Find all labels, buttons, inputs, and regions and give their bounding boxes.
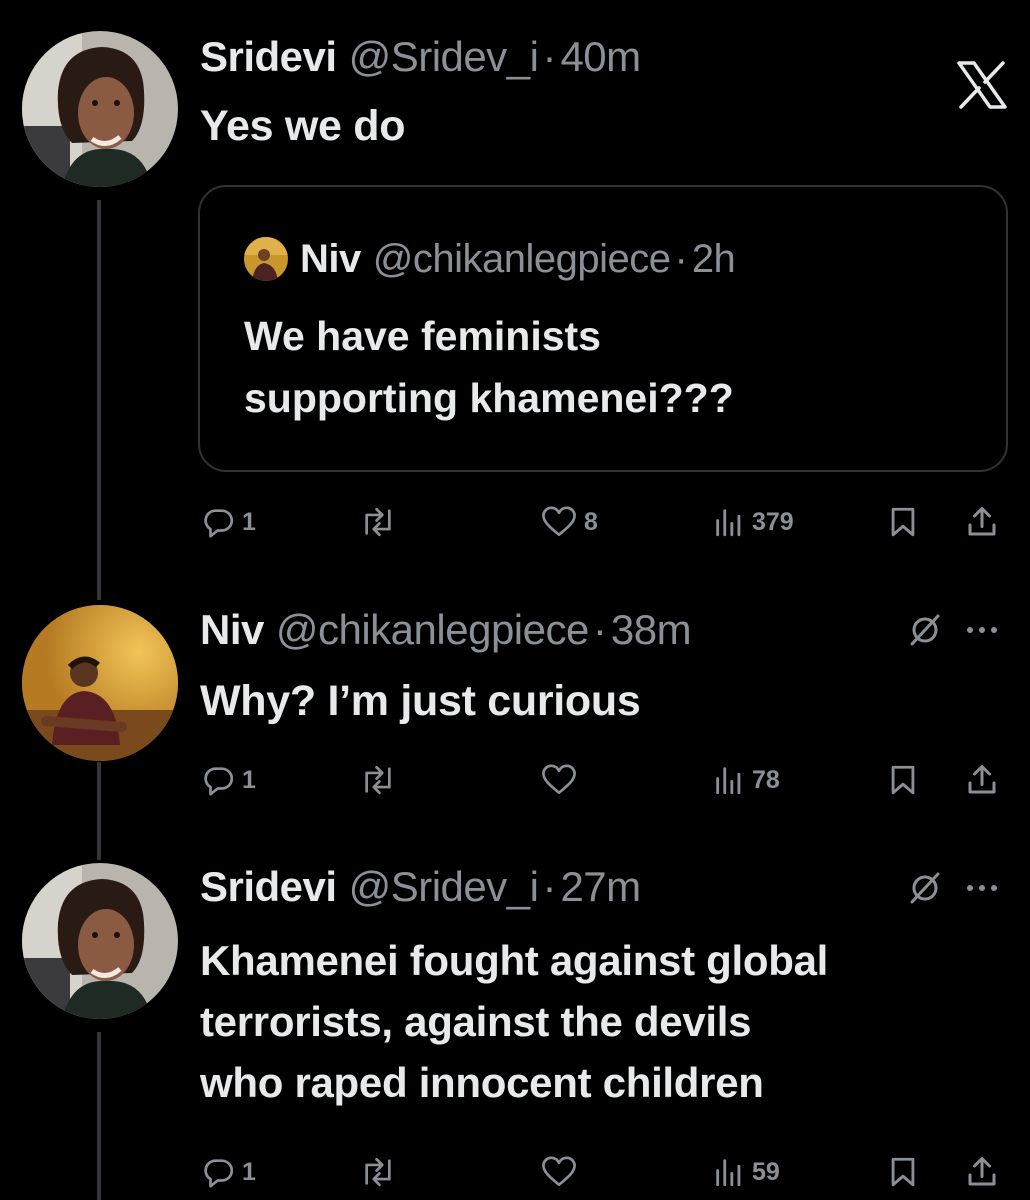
- repost-button[interactable]: [358, 500, 404, 544]
- grok-icon[interactable]: [905, 610, 945, 650]
- views-count: 59: [752, 1157, 780, 1186]
- heart-icon: [542, 764, 576, 795]
- like-count: 8: [584, 507, 598, 536]
- separator: ·: [542, 863, 557, 910]
- reply-count: 1: [242, 1157, 256, 1186]
- tweet-text: Yes we do: [200, 102, 406, 150]
- thread-line: [97, 1032, 101, 1200]
- bookmark-icon: [891, 507, 915, 537]
- bookmark-button[interactable]: [886, 1150, 920, 1194]
- reply-count: 1: [242, 507, 256, 536]
- bookmark-icon: [891, 765, 915, 795]
- quote-text-line: supporting khamenei???: [244, 375, 734, 421]
- quote-timestamp[interactable]: 2h: [692, 237, 736, 282]
- author-handle[interactable]: @Sridev_i: [349, 857, 539, 917]
- like-button[interactable]: [540, 758, 584, 802]
- views-icon: [716, 767, 741, 795]
- share-button[interactable]: [964, 758, 1000, 802]
- reply-count: 1: [242, 765, 256, 794]
- share-icon: [968, 765, 996, 794]
- reply-button[interactable]: 1: [202, 758, 256, 802]
- bookmark-button[interactable]: [886, 758, 920, 802]
- separator: ·: [592, 606, 607, 653]
- share-icon: [968, 507, 996, 536]
- author-handle[interactable]: @chikanlegpiece: [276, 600, 590, 660]
- share-icon: [968, 1157, 996, 1186]
- quote-text: We have feminists supporting khamenei???: [244, 305, 734, 429]
- more-icon[interactable]: [962, 610, 1002, 650]
- reply-button[interactable]: 1: [202, 1150, 256, 1194]
- avatar-sridevi[interactable]: [22, 863, 178, 1019]
- avatar-niv[interactable]: [22, 605, 178, 761]
- quote-text-line: We have feminists: [244, 313, 601, 359]
- tweet-text: Why? I’m just curious: [200, 677, 641, 725]
- action-bar: 1 59: [200, 1150, 1010, 1194]
- tweet-header: Sridevi @Sridev_i · 27m: [200, 857, 641, 917]
- tweet-1[interactable]: Sridevi @Sridev_i · 40m Yes we do Niv @c…: [0, 0, 1030, 600]
- action-bar: 1 8 379: [200, 500, 1010, 544]
- repost-icon: [365, 1157, 391, 1187]
- tweet-text-line: Khamenei fought against global: [200, 937, 829, 984]
- tweet-header: Sridevi @Sridev_i · 40m: [200, 27, 641, 87]
- tweet-2[interactable]: Niv @chikanlegpiece · 38m Why? I’m just …: [0, 600, 1030, 860]
- separator: ·: [674, 236, 688, 281]
- author-name[interactable]: Niv: [200, 600, 264, 660]
- separator: ·: [542, 33, 557, 80]
- timestamp[interactable]: 38m: [611, 600, 692, 660]
- like-button[interactable]: 8: [540, 500, 598, 544]
- reply-icon: [204, 509, 234, 538]
- avatar-sridevi[interactable]: [22, 31, 178, 187]
- quote-author-name[interactable]: Niv: [300, 237, 361, 282]
- views-count: 379: [752, 507, 794, 536]
- author-name[interactable]: Sridevi: [200, 857, 337, 917]
- bookmark-button[interactable]: [886, 500, 920, 544]
- repost-button[interactable]: [358, 758, 404, 802]
- tweet-text-line: who raped innocent children: [200, 1059, 764, 1106]
- author-name[interactable]: Sridevi: [200, 27, 337, 87]
- share-button[interactable]: [964, 1150, 1000, 1194]
- avatar-niv-small: [244, 237, 288, 281]
- timestamp[interactable]: 27m: [560, 857, 641, 917]
- like-button[interactable]: [540, 1150, 584, 1194]
- action-bar: 1 78: [200, 758, 1010, 802]
- thread-line: [97, 762, 101, 860]
- repost-icon: [365, 507, 391, 537]
- thread-line: [97, 200, 101, 600]
- quote-author-handle[interactable]: @chikanlegpiece: [373, 237, 671, 282]
- quoted-tweet[interactable]: Niv @chikanlegpiece · 2h We have feminis…: [198, 185, 1008, 472]
- reply-icon: [204, 1159, 234, 1188]
- views-button[interactable]: 379: [712, 500, 794, 544]
- tweet-text-line: terrorists, against the devils: [200, 998, 752, 1045]
- timestamp[interactable]: 40m: [560, 27, 641, 87]
- bookmark-icon: [891, 1157, 915, 1187]
- views-count: 78: [752, 765, 780, 794]
- views-button[interactable]: 59: [712, 1150, 780, 1194]
- heart-icon: [542, 506, 576, 537]
- author-handle[interactable]: @Sridev_i: [349, 27, 539, 87]
- share-button[interactable]: [964, 500, 1000, 544]
- reply-button[interactable]: 1: [202, 500, 256, 544]
- reply-icon: [204, 767, 234, 796]
- views-icon: [716, 509, 741, 537]
- views-button[interactable]: 78: [712, 758, 780, 802]
- heart-icon: [542, 1156, 576, 1187]
- views-icon: [716, 1159, 741, 1187]
- repost-button[interactable]: [358, 1150, 404, 1194]
- tweet-3[interactable]: Sridevi @Sridev_i · 27m Khamenei fought …: [0, 860, 1030, 1200]
- tweet-header: Niv @chikanlegpiece · 38m: [200, 600, 692, 660]
- quote-header: Niv @chikanlegpiece · 2h: [244, 234, 736, 284]
- repost-icon: [365, 765, 391, 795]
- tweet-text: Khamenei fought against global terrorist…: [200, 930, 828, 1113]
- grok-icon[interactable]: [905, 868, 945, 908]
- more-icon[interactable]: [962, 868, 1002, 908]
